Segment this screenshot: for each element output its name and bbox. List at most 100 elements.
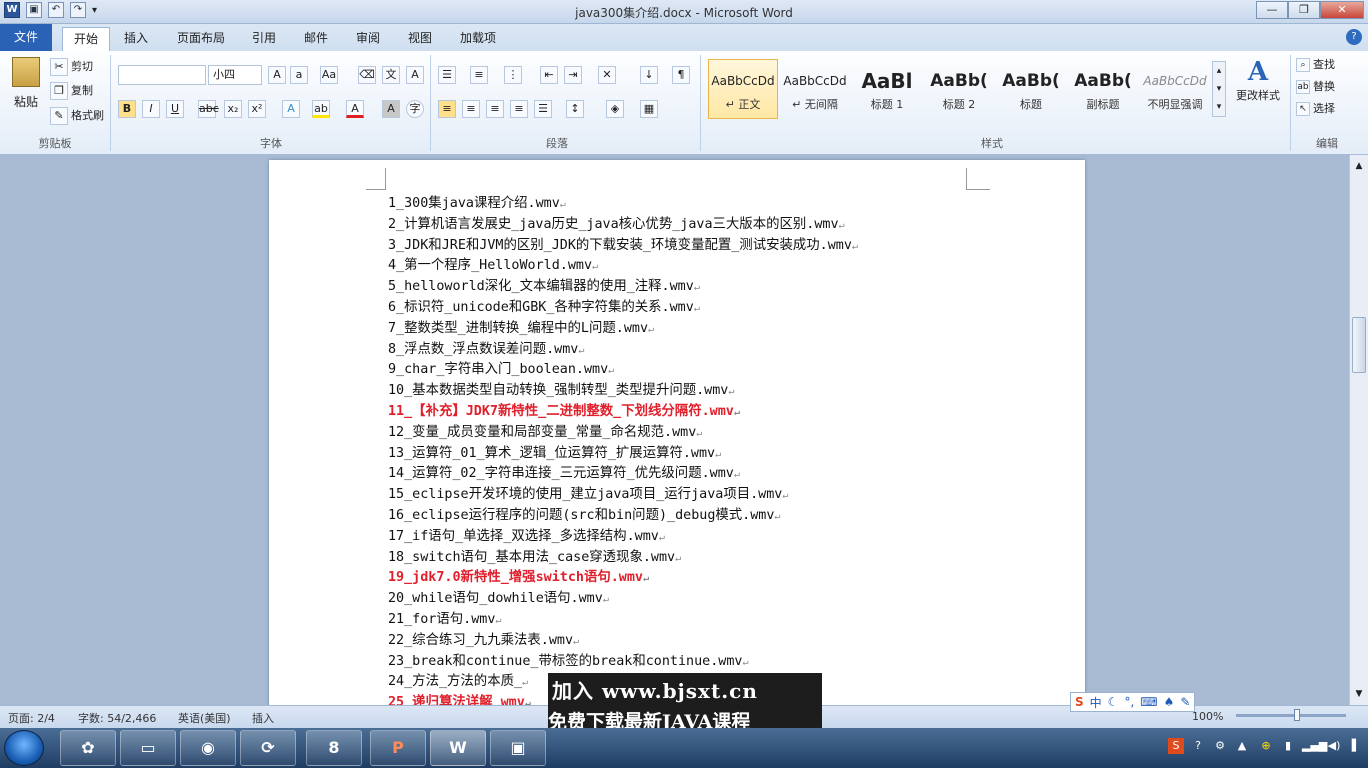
format-painter-button[interactable]: ✎ 格式刷 — [50, 106, 104, 126]
document-line[interactable]: 11_【补充】JDK7新特性_二进制整数_下划线分隔符.wmv↵ — [388, 402, 988, 423]
change-styles-button[interactable]: A 更改样式 — [1230, 57, 1286, 103]
shading-button[interactable]: ◈ — [606, 99, 627, 119]
page-count[interactable]: 页面: 2/4 — [8, 710, 55, 726]
multilevel-list-button[interactable]: ⋮ — [504, 65, 525, 85]
document-line[interactable]: 10_基本数据类型自动转换_强制转型_类型提升问题.wmv↵ — [388, 381, 988, 402]
document-line[interactable]: 5_helloworld深化_文本编辑器的使用_注释.wmv↵ — [388, 277, 988, 298]
document-line[interactable]: 13_运算符_01_算术_逻辑_位运算符_扩展运算符.wmv↵ — [388, 444, 988, 465]
styles-scroll-buttons[interactable]: ▴ ▾ ▾ — [1212, 61, 1226, 117]
help-icon[interactable]: ? — [1346, 29, 1362, 45]
document-line[interactable]: 1_300集java课程介绍.wmv↵ — [388, 194, 988, 215]
char-border-button[interactable]: A — [406, 65, 427, 85]
scroll-up-icon[interactable]: ▲ — [1350, 161, 1368, 171]
powerpoint-icon[interactable]: P — [370, 730, 426, 766]
document-line[interactable]: 22_综合练习_九九乘法表.wmv↵ — [388, 631, 988, 652]
minimize-button[interactable]: — — [1256, 1, 1288, 19]
underline-button[interactable]: U — [166, 99, 187, 119]
document-line[interactable]: 4_第一个程序_HelloWorld.wmv↵ — [388, 256, 988, 277]
document-line[interactable]: 9_char_字符串入门_boolean.wmv↵ — [388, 360, 988, 381]
network-icon[interactable]: ▂▄▆ — [1302, 738, 1327, 754]
word-icon[interactable]: W — [430, 730, 486, 766]
battery-icon[interactable]: ▮ — [1280, 738, 1296, 754]
document-line[interactable]: 19_jdk7.0新特性_增强switch语句.wmv↵ — [388, 568, 988, 589]
phonetic-button[interactable]: 文 — [382, 65, 403, 85]
firefox-icon[interactable]: ◉ — [180, 730, 236, 766]
replace-button[interactable]: ab 替换 — [1296, 77, 1335, 97]
tab-references[interactable]: 引用 — [241, 27, 287, 51]
increase-indent-button[interactable]: ⇥ — [564, 65, 585, 85]
style-heading-2[interactable]: AaBb( 标题 2 — [924, 59, 994, 119]
shrink-font-button[interactable]: a — [290, 65, 311, 85]
add-tray-icon[interactable]: ⊕ — [1258, 738, 1274, 754]
camera-app-icon[interactable]: ▣ — [490, 730, 546, 766]
tab-page-layout[interactable]: 页面布局 — [166, 27, 236, 51]
start-button[interactable] — [4, 730, 44, 766]
settings-tray-icon[interactable]: ⚙ — [1212, 738, 1228, 754]
document-line[interactable]: 7_整数类型_进制转换_编程中的L问题.wmv↵ — [388, 319, 988, 340]
style-normal[interactable]: AaBbCcDd ↵ 正文 — [708, 59, 778, 119]
help-tray-icon[interactable]: ? — [1190, 738, 1206, 754]
tab-insert[interactable]: 插入 — [113, 27, 159, 51]
grow-font-button[interactable]: A — [268, 65, 289, 85]
strikethrough-button[interactable]: abc — [198, 99, 219, 119]
document-line[interactable]: 18_switch语句_基本用法_case穿透现象.wmv↵ — [388, 548, 988, 569]
zoom-slider-thumb[interactable] — [1294, 709, 1300, 721]
document-line[interactable]: 23_break和continue_带标签的break和continue.wmv… — [388, 652, 988, 673]
tab-view[interactable]: 视图 — [397, 27, 443, 51]
document-line[interactable]: 17_if语句_单选择_双选择_多选择结构.wmv↵ — [388, 527, 988, 548]
skin-icon[interactable]: ♠ — [1164, 695, 1175, 709]
close-button[interactable]: ✕ — [1320, 1, 1364, 19]
refresh-app-icon[interactable]: ⟳ — [240, 730, 296, 766]
ime-toolbar[interactable]: S 中 ☾ °, ⌨ ♠ ✎ — [1070, 692, 1196, 712]
align-left-button[interactable]: ≡ — [438, 99, 459, 119]
italic-button[interactable]: I — [142, 99, 163, 119]
font-name-combo[interactable] — [118, 65, 206, 85]
chinese-layout-button[interactable]: ✕ — [598, 65, 619, 85]
punctuation-icon[interactable]: °, — [1124, 695, 1134, 709]
moon-icon[interactable]: ☾ — [1108, 695, 1119, 709]
document-line[interactable]: 6_标识符_unicode和GBK_各种字符集的关系.wmv↵ — [388, 298, 988, 319]
tools-icon[interactable]: ✎ — [1180, 695, 1190, 709]
word-count[interactable]: 字数: 54/2,466 — [78, 710, 156, 726]
text-effects-button[interactable]: A — [282, 99, 303, 119]
document-body[interactable]: 1_300集java课程介绍.wmv↵ 2_计算机语言发展史_java历史_jav… — [388, 194, 988, 714]
file-explorer-icon[interactable]: ▭ — [120, 730, 176, 766]
clear-format-button[interactable]: ⌫ — [358, 65, 379, 85]
superscript-button[interactable]: x² — [248, 99, 269, 119]
select-button[interactable]: ↖ 选择 — [1296, 99, 1335, 119]
eclipse-icon[interactable]: 8 — [306, 730, 362, 766]
ime-language[interactable]: 中 — [1090, 694, 1102, 711]
align-center-button[interactable]: ≡ — [462, 99, 483, 119]
font-size-combo[interactable]: 小四 — [208, 65, 262, 85]
change-case-button[interactable]: Aa — [320, 65, 341, 85]
highlight-button[interactable]: ab — [312, 99, 333, 119]
tab-addins[interactable]: 加载项 — [449, 27, 507, 51]
copy-button[interactable]: ❐ 复制 — [50, 81, 93, 101]
align-right-button[interactable]: ≡ — [486, 99, 507, 119]
style-subtitle[interactable]: AaBb( 副标题 — [1068, 59, 1138, 119]
decrease-indent-button[interactable]: ⇤ — [540, 65, 561, 85]
style-subtle-emphasis[interactable]: AaBbCcDd 不明显强调 — [1140, 59, 1210, 119]
tab-mailings[interactable]: 邮件 — [293, 27, 339, 51]
document-line[interactable]: 12_变量_成员变量和局部变量_常量_命名规范.wmv↵ — [388, 423, 988, 444]
sogou-tray-icon[interactable]: S — [1168, 738, 1184, 754]
enclose-char-button[interactable]: 字 — [406, 99, 427, 119]
zoom-slider[interactable] — [1236, 709, 1346, 721]
document-line[interactable]: 21_for语句.wmv↵ — [388, 610, 988, 631]
zoom-level[interactable]: 100% — [1192, 710, 1223, 723]
paste-button[interactable]: 粘贴 — [8, 57, 44, 117]
style-heading-1[interactable]: AaBl 标题 1 — [852, 59, 922, 119]
keyboard-icon[interactable]: ⌨ — [1140, 695, 1157, 709]
style-no-spacing[interactable]: AaBbCcDd ↵ 无间隔 — [780, 59, 850, 119]
document-line[interactable]: 16_eclipse运行程序的问题(src和bin问题)_debug模式.wmv… — [388, 506, 988, 527]
tab-home[interactable]: 开始 — [62, 27, 111, 51]
bullets-button[interactable]: ☰ — [438, 65, 459, 85]
scroll-down-icon[interactable]: ▼ — [1350, 689, 1368, 699]
insert-mode[interactable]: 插入 — [252, 710, 274, 726]
line-spacing-button[interactable]: ↕ — [566, 99, 587, 119]
document-line[interactable]: 15_eclipse开发环境的使用_建立java项目_运行java项目.wmv↵ — [388, 485, 988, 506]
char-shading-button[interactable]: A — [382, 99, 403, 119]
show-marks-button[interactable]: ¶ — [672, 65, 693, 85]
language-indicator[interactable]: 英语(美国) — [178, 710, 231, 726]
vertical-scrollbar[interactable]: ▲ ▼ — [1349, 155, 1368, 705]
